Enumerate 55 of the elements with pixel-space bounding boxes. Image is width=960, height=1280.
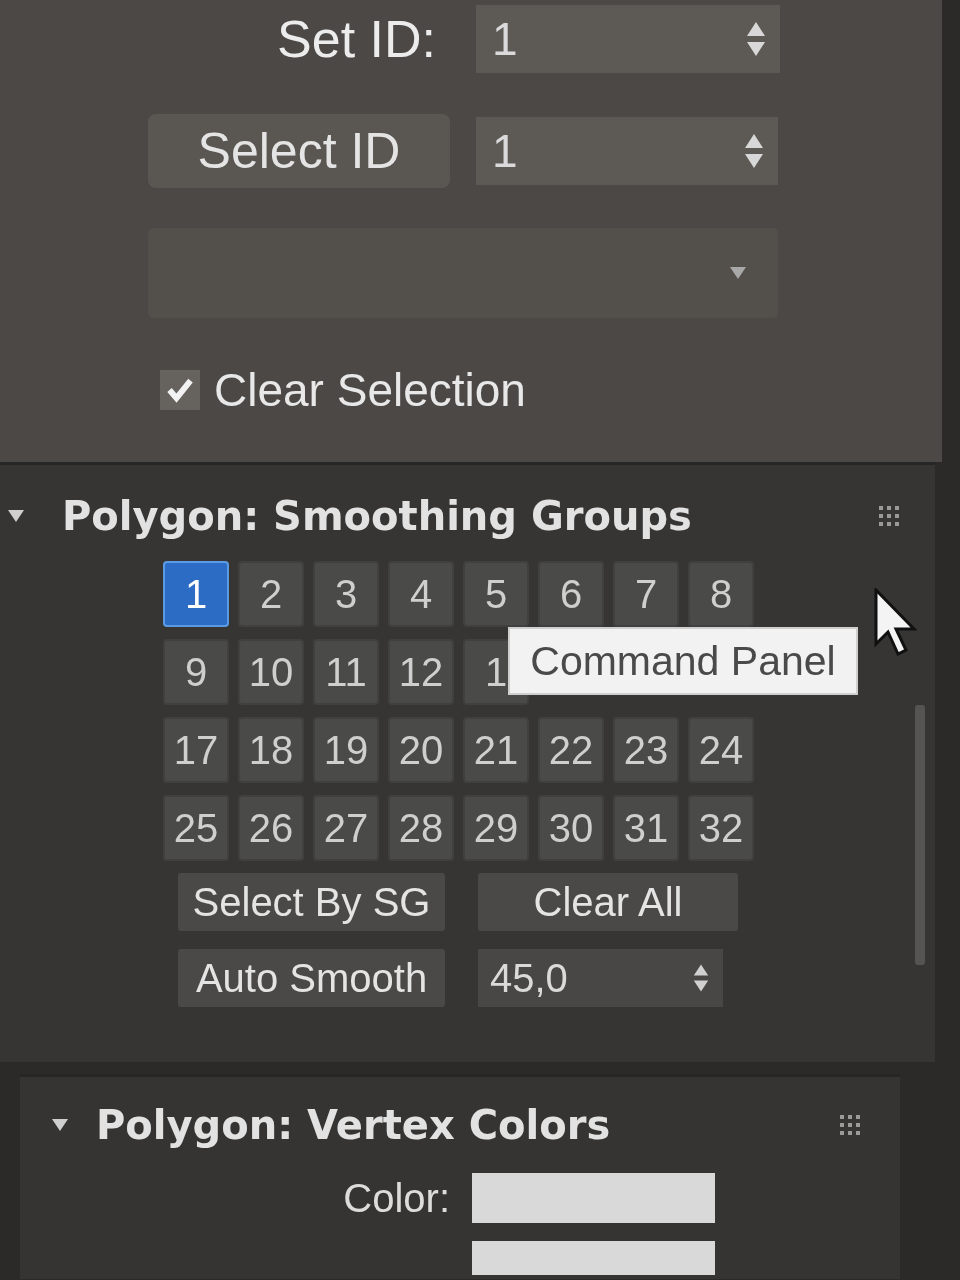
smoothing-group-button[interactable]: 30: [538, 795, 604, 861]
color-swatch[interactable]: [472, 1241, 715, 1275]
smoothing-group-button[interactable]: 12: [388, 639, 454, 705]
auto-smooth-spinner[interactable]: 45,0: [478, 949, 723, 1007]
grip-icon[interactable]: [840, 1115, 860, 1135]
smoothing-group-button[interactable]: 7: [613, 561, 679, 627]
smoothing-group-button[interactable]: 1: [163, 561, 229, 627]
auto-smooth-button[interactable]: Auto Smooth: [178, 949, 445, 1007]
scrollbar[interactable]: [915, 705, 925, 965]
smoothing-group-button[interactable]: 4: [388, 561, 454, 627]
spinner-arrows-icon[interactable]: [693, 964, 709, 992]
smoothing-group-button[interactable]: 9: [163, 639, 229, 705]
dropdown-field[interactable]: [148, 228, 778, 318]
smoothing-group-button[interactable]: 26: [238, 795, 304, 861]
smoothing-action-button[interactable]: Select By SG: [178, 873, 445, 931]
set-id-spinner[interactable]: 1: [476, 5, 780, 73]
spinner-arrows-icon[interactable]: [746, 22, 766, 56]
smoothing-group-button[interactable]: 5: [463, 561, 529, 627]
set-id-label: Set ID:: [276, 9, 436, 69]
spinner-arrows-icon[interactable]: [744, 134, 764, 168]
cursor-icon: [874, 588, 920, 656]
smoothing-group-button[interactable]: 23: [613, 717, 679, 783]
smoothing-group-button[interactable]: 17: [163, 717, 229, 783]
smoothing-group-button[interactable]: 21: [463, 717, 529, 783]
smoothing-group-button[interactable]: 8: [688, 561, 754, 627]
smoothing-group-button[interactable]: 29: [463, 795, 529, 861]
smoothing-group-button[interactable]: 19: [313, 717, 379, 783]
color-swatch[interactable]: [472, 1173, 715, 1223]
smoothing-group-button[interactable]: 11: [313, 639, 379, 705]
smoothing-group-button[interactable]: 2: [238, 561, 304, 627]
triangle-icon[interactable]: [52, 1119, 68, 1131]
smoothing-group-button[interactable]: 3: [313, 561, 379, 627]
smoothing-group-button[interactable]: 25: [163, 795, 229, 861]
select-id-button[interactable]: Select ID: [148, 114, 450, 188]
smoothing-group-button[interactable]: 20: [388, 717, 454, 783]
smoothing-group-button[interactable]: 6: [538, 561, 604, 627]
smoothing-group-button[interactable]: 28: [388, 795, 454, 861]
smoothing-group-button[interactable]: 24: [688, 717, 754, 783]
smoothing-group-button[interactable]: 10: [238, 639, 304, 705]
color-label: Color:: [342, 1175, 450, 1221]
smoothing-group-button[interactable]: 27: [313, 795, 379, 861]
triangle-icon[interactable]: [8, 510, 24, 522]
caret-icon: [730, 267, 746, 279]
smoothing-group-button[interactable]: 32: [688, 795, 754, 861]
smoothing-action-button[interactable]: Clear All: [478, 873, 738, 931]
rollout-title[interactable]: Polygon: Smoothing Groups: [62, 493, 692, 539]
smoothing-group-button[interactable]: 18: [238, 717, 304, 783]
select-id-spinner[interactable]: 1: [476, 117, 778, 185]
smoothing-group-button[interactable]: 22: [538, 717, 604, 783]
smoothing-group-button[interactable]: 31: [613, 795, 679, 861]
tooltip: Command Panel: [508, 627, 858, 695]
checkbox-label[interactable]: Clear Selection: [214, 362, 526, 418]
rollout-title[interactable]: Polygon: Vertex Colors: [96, 1102, 611, 1148]
checkbox[interactable]: [160, 370, 200, 410]
grip-icon[interactable]: [879, 506, 899, 526]
